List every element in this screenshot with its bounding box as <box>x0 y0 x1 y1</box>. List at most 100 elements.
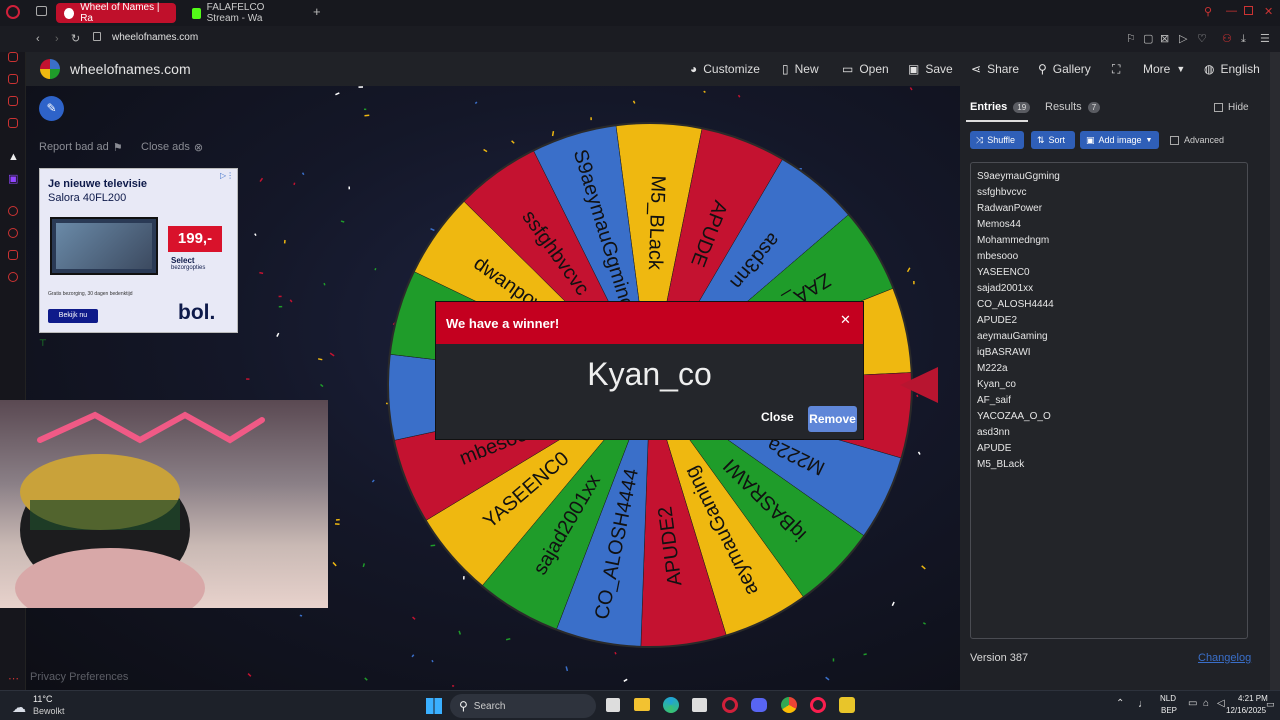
menu-save[interactable]: ▣ Save <box>908 62 953 76</box>
tab-entries[interactable]: Entries 19 <box>970 101 1031 113</box>
close-button[interactable]: Close <box>761 410 794 424</box>
search-tabs-icon[interactable]: ⚲ <box>1204 5 1212 19</box>
advertisement[interactable]: Je nieuwe televisie Salora 40FL200 ▷⋮ 19… <box>39 168 238 333</box>
minimize-icon[interactable]: — <box>1226 4 1237 18</box>
sidebar-more-icon[interactable]: ⋯ <box>8 672 19 686</box>
ad-select: Select <box>171 256 195 265</box>
close-circle-icon: ⊗ <box>193 142 204 154</box>
opera-logo-icon[interactable] <box>6 5 20 19</box>
advanced-toggle[interactable]: Advanced <box>1170 135 1224 145</box>
notification-icon[interactable]: ▭ <box>1266 699 1275 710</box>
ad-cta-button[interactable]: Bekijk nu <box>48 309 98 323</box>
sort-button[interactable]: ⇅ Sort <box>1031 131 1075 149</box>
menu-language[interactable]: ◍ English <box>1204 62 1260 76</box>
tab-results[interactable]: Results 7 <box>1045 101 1101 113</box>
wheel-favicon-icon <box>64 7 75 19</box>
url-field[interactable]: wheelofnames.com <box>112 32 198 43</box>
clock-date[interactable]: 12/16/2025 <box>1226 706 1266 715</box>
forward-icon[interactable]: › <box>55 32 59 46</box>
new-tab-icon[interactable]: + <box>313 5 321 19</box>
close-icon[interactable]: ✕ <box>840 312 851 328</box>
chrome-icon[interactable] <box>781 697 797 713</box>
menu-label: New <box>794 62 819 76</box>
clock-time[interactable]: 4:21 PM <box>1238 694 1268 703</box>
download-icon[interactable]: ⤓ <box>1241 32 1246 46</box>
adchoices-icon[interactable]: ▷⋮ <box>220 171 234 180</box>
menu-more[interactable]: More ▼ <box>1143 62 1185 76</box>
microphone-icon[interactable]: ♩ <box>1138 698 1149 710</box>
sidebar-messenger-icon[interactable] <box>8 96 18 106</box>
add-image-button[interactable]: ▣ Add image ▼ <box>1080 131 1159 149</box>
display-icon[interactable]: ▭ <box>1188 698 1197 709</box>
share-icon: ⋖ <box>971 62 982 76</box>
menu-gallery[interactable]: ⚲ Gallery <box>1038 62 1091 76</box>
weather-temp[interactable]: 11°C <box>33 694 52 704</box>
confetti-piece <box>317 358 323 361</box>
shuffle-button[interactable]: ⤨ Shuffle <box>970 131 1024 149</box>
list-item: asd3nn <box>977 427 1010 438</box>
bookmark-icon[interactable]: ⚐ <box>1126 32 1136 46</box>
advanced-checkbox[interactable] <box>1170 135 1179 145</box>
heart-icon[interactable]: ♡ <box>1197 32 1207 46</box>
start-icon[interactable] <box>426 698 442 714</box>
sidebar-player-icon[interactable] <box>8 206 18 216</box>
menu-new[interactable]: ▯ New <box>782 62 819 76</box>
snapshot-icon[interactable]: ▢ <box>1143 32 1153 46</box>
menu-label: Customize <box>703 62 760 76</box>
site-brand[interactable]: wheelofnames.com <box>70 61 191 77</box>
sidebar-arrow-icon[interactable]: ▲ <box>8 150 19 164</box>
confetti-piece <box>632 100 636 104</box>
taskbar-search[interactable]: ⚲ Search <box>450 694 596 718</box>
explorer-icon[interactable] <box>634 698 650 711</box>
fullscreen-icon[interactable]: ⛶ <box>1112 62 1120 77</box>
menu-share[interactable]: ⋖ Share <box>971 62 1019 76</box>
privacy-preferences-link[interactable]: Privacy Preferences <box>30 671 128 683</box>
tab-menu-icon[interactable] <box>36 6 47 16</box>
wheel-logo-icon[interactable] <box>40 59 60 79</box>
sidebar-history-icon[interactable] <box>8 228 18 238</box>
sidebar-settings-icon[interactable] <box>8 272 18 282</box>
entries-textarea[interactable]: S9aeymauGgming ssfghbvcvc RadwanPower Me… <box>970 162 1248 639</box>
hide-checkbox[interactable] <box>1214 103 1223 112</box>
edge-icon[interactable] <box>663 697 679 713</box>
weather-cloud-icon[interactable]: ☁ <box>12 699 26 716</box>
volume-icon[interactable]: ◁ <box>1217 698 1225 709</box>
discord-icon[interactable] <box>751 698 767 712</box>
maximize-icon[interactable] <box>1244 6 1253 15</box>
extension-icon[interactable]: ⊠ <box>1160 32 1169 46</box>
opera-gx-icon[interactable] <box>810 697 826 713</box>
edit-pencil-icon[interactable]: ✎ <box>39 96 64 121</box>
close-window-icon[interactable]: ✕ <box>1264 5 1273 19</box>
store-icon[interactable] <box>692 698 707 712</box>
tab-wheel-of-names[interactable]: Wheel of Names | Ra <box>56 2 176 24</box>
profile-icon[interactable]: ⚇ <box>1222 32 1232 46</box>
taskview-icon[interactable] <box>606 698 620 712</box>
report-bad-ad-link[interactable]: Report bad ad ⚑ <box>39 141 123 154</box>
search-icon: ⚲ <box>459 699 468 713</box>
sidebar-bag-icon[interactable] <box>8 74 18 84</box>
menu-open[interactable]: ▭ Open <box>842 62 889 76</box>
tray-lang[interactable]: NLD <box>1160 694 1176 703</box>
play-icon[interactable]: ▷ <box>1179 32 1187 46</box>
tab-falafelco-stream[interactable]: FALAFELCO Stream - Wa <box>184 2 306 24</box>
reload-icon[interactable]: ↻ <box>71 32 80 46</box>
menu-customize[interactable]: ◕ Customize <box>690 62 760 76</box>
sidebar-mail-icon[interactable] <box>8 118 18 128</box>
sidebar-tabs-icon[interactable] <box>8 250 18 260</box>
page-scrollbar[interactable] <box>1270 52 1280 690</box>
weather-desc[interactable]: Bewolkt <box>33 706 65 716</box>
close-ads-link[interactable]: Close ads ⊗ <box>141 141 203 154</box>
opera-taskbar-icon[interactable] <box>722 697 738 713</box>
hide-toggle[interactable]: Hide <box>1214 102 1249 113</box>
network-icon[interactable]: ⌂ <box>1203 698 1209 709</box>
easy-setup-icon[interactable]: ☰ <box>1260 32 1270 46</box>
remove-button[interactable]: Remove <box>808 406 857 432</box>
app-icon[interactable] <box>839 697 855 713</box>
back-icon[interactable]: ‹ <box>36 32 40 46</box>
report-label: Report bad ad <box>39 141 109 153</box>
changelog-link[interactable]: Changelog <box>1198 652 1251 664</box>
sidebar-aria-icon[interactable] <box>8 52 18 62</box>
sidebar-twitch-icon[interactable]: ▣ <box>8 172 18 186</box>
tray-lang-sub[interactable]: BEP <box>1161 706 1177 715</box>
tray-chevron-icon[interactable]: ⌃ <box>1116 698 1124 709</box>
